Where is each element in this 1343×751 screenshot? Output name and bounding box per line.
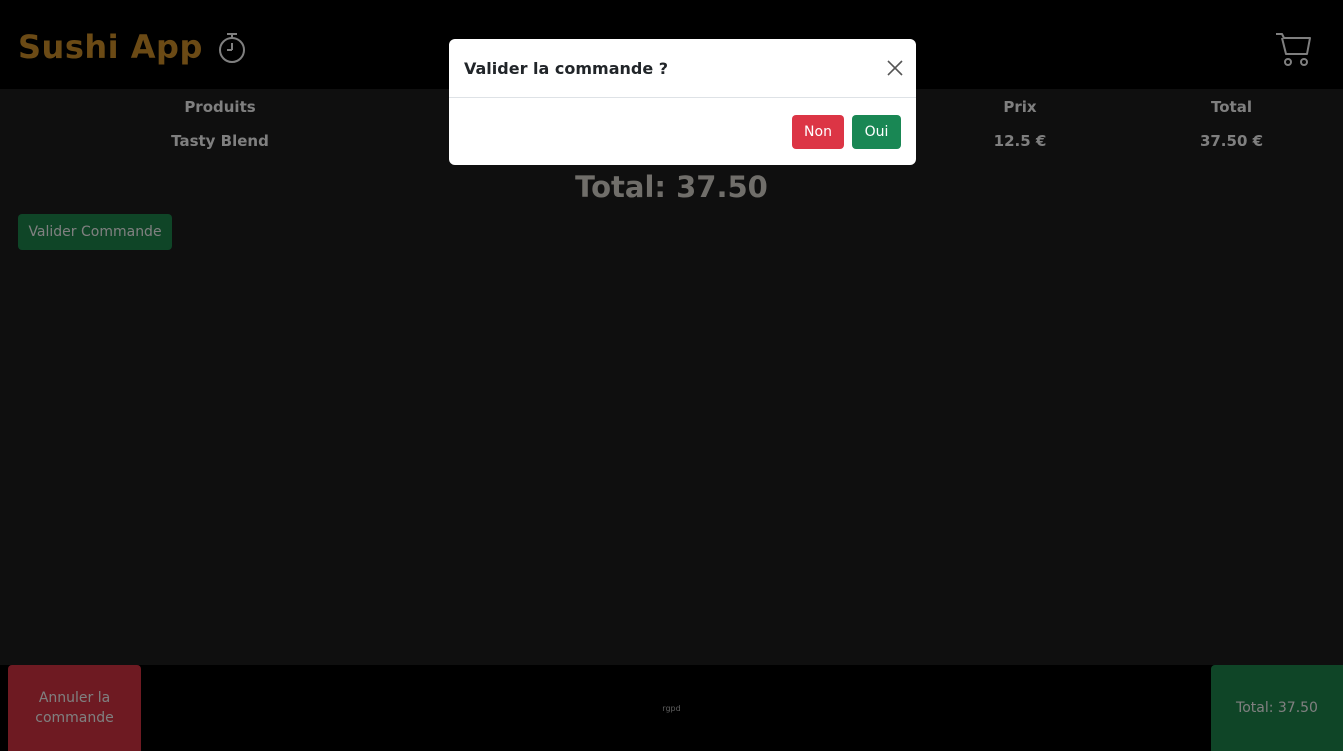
no-button[interactable]: Non — [792, 115, 844, 149]
close-icon — [887, 60, 903, 76]
dialog-header: Valider la commande ? — [449, 39, 916, 98]
dialog-footer: Non Oui — [792, 115, 901, 149]
dialog-title: Valider la commande ? — [464, 59, 669, 78]
confirm-dialog: Valider la commande ? Non Oui — [449, 39, 916, 165]
yes-button[interactable]: Oui — [852, 115, 901, 149]
close-button[interactable] — [886, 59, 904, 77]
